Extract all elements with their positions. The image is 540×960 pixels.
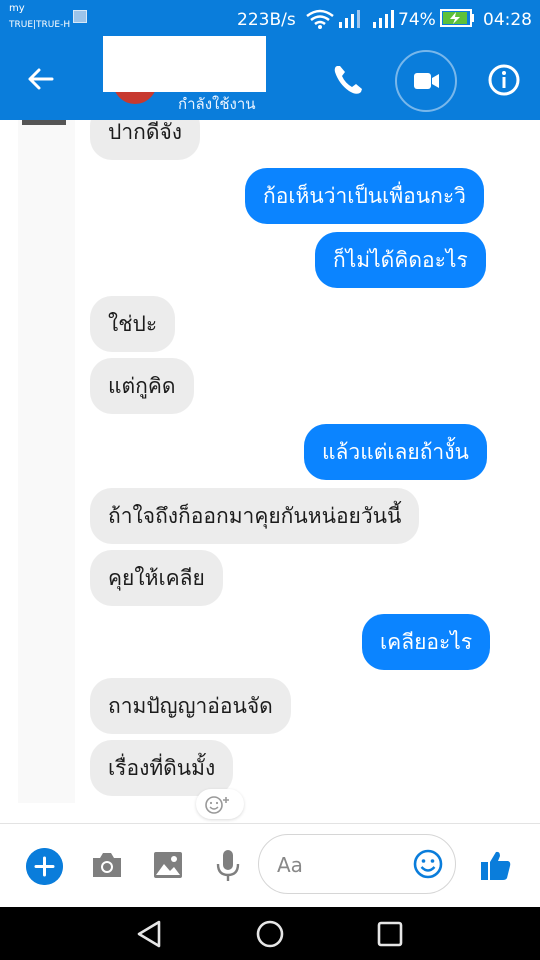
status-bar: my TRUE|TRUE-H 223B/s 74% 04:28	[0, 0, 540, 38]
message-input[interactable]	[275, 849, 409, 881]
gallery-notification-icon	[73, 10, 87, 23]
system-nav-bar	[0, 907, 540, 960]
sender-avatar-column	[18, 120, 75, 803]
chat-header: กำลังใช้งาน	[0, 36, 540, 120]
camera-icon[interactable]	[90, 850, 124, 880]
info-icon[interactable]	[482, 58, 526, 102]
nav-back-icon[interactable]	[133, 917, 167, 951]
add-reaction-icon	[205, 796, 229, 814]
signal-icon	[339, 10, 360, 28]
contact-name-redacted[interactable]	[103, 36, 266, 92]
back-arrow-icon[interactable]	[24, 62, 58, 96]
message-incoming[interactable]: แต่กูคิด	[90, 358, 194, 414]
composer-bar	[0, 823, 540, 907]
message-incoming[interactable]: ถามปัญญาอ่อนจัด	[90, 678, 291, 734]
carrier-line1: my	[9, 3, 25, 14]
net-speed: 223B/s	[237, 10, 296, 30]
video-call-icon	[414, 73, 439, 89]
emoji-icon[interactable]	[412, 848, 444, 880]
message-outgoing[interactable]: เคลียอะไร	[362, 614, 491, 670]
message-incoming[interactable]: คุยให้เคลีย	[90, 550, 223, 606]
carrier-line2: TRUE|TRUE-H	[9, 20, 71, 30]
image-icon[interactable]	[152, 850, 184, 880]
nav-home-icon[interactable]	[253, 917, 287, 951]
video-call-button[interactable]	[395, 50, 457, 112]
message-incoming[interactable]: ใช่ปะ	[90, 296, 176, 352]
add-reaction-button[interactable]	[196, 789, 244, 819]
battery-percent: 74%	[398, 10, 436, 30]
microphone-icon[interactable]	[213, 848, 243, 884]
phone-icon[interactable]	[327, 58, 371, 102]
message-outgoing[interactable]: ก็ไม่ได้คิดอะไร	[315, 232, 486, 288]
message-outgoing[interactable]: ก้อเห็นว่าเป็นเพื่อนกะวิ	[245, 168, 484, 224]
battery-charging-icon	[440, 9, 474, 27]
wifi-icon	[306, 9, 334, 29]
message-input-container[interactable]	[258, 834, 456, 894]
presence-status: กำลังใช้งาน	[178, 95, 256, 113]
message-incoming[interactable]: ปากดีจัง	[90, 120, 201, 160]
thumbs-up-icon[interactable]	[478, 848, 514, 884]
message-incoming[interactable]: เรื่องที่ดินมั้ง	[90, 740, 234, 796]
message-outgoing[interactable]: แล้วแต่เลยถ้างั้น	[304, 424, 487, 480]
plus-icon[interactable]	[26, 848, 63, 885]
message-list[interactable]: ปากดีจัง ก้อเห็นว่าเป็นเพื่อนกะวิ ก็ไม่ไ…	[0, 120, 540, 823]
nav-recents-icon[interactable]	[373, 917, 407, 951]
clock: 04:28	[483, 10, 532, 30]
signal-icon	[373, 10, 394, 28]
message-incoming[interactable]: ถ้าใจถึงก็ออกมาคุยกันหน่อยวันนี้	[90, 488, 420, 544]
